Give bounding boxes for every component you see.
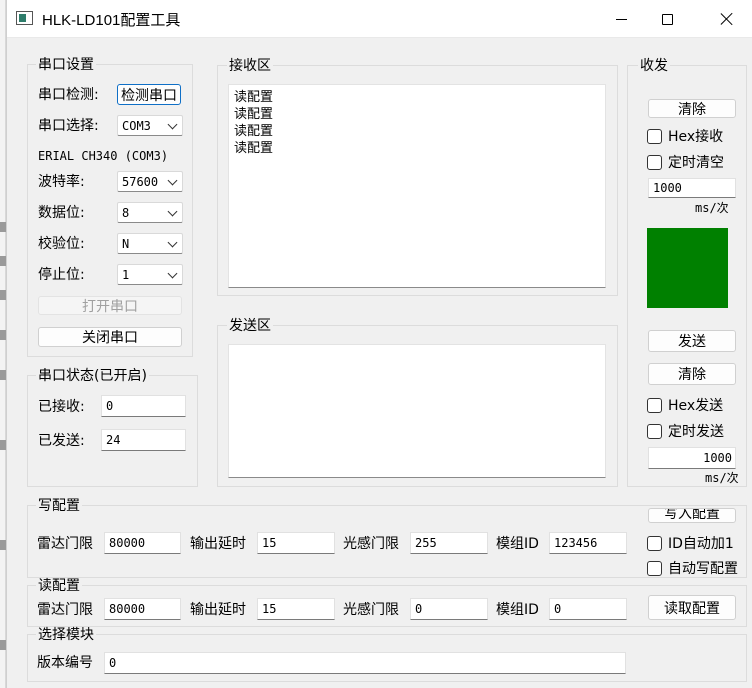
- hex-receive-checkbox[interactable]: Hex接收: [647, 126, 723, 146]
- baud-label: 波特率:: [38, 174, 85, 190]
- read-module-id-field[interactable]: 0: [549, 598, 627, 620]
- checkbox-box: [647, 397, 662, 413]
- read-radar-threshold-label: 雷达门限: [37, 602, 93, 618]
- write-light-threshold-label: 光感门限: [343, 536, 399, 552]
- select-module-title: 选择模块: [36, 627, 96, 643]
- app-window: HLK-LD101配置工具 串口设置 串口检测: 检测串口 串口选择: COM3…: [6, 0, 752, 688]
- chevron-down-icon: [167, 206, 178, 217]
- close-port-button[interactable]: 关闭串口: [38, 327, 182, 347]
- open-port-button[interactable]: 打开串口: [38, 296, 182, 315]
- chevron-down-icon: [167, 268, 178, 279]
- write-config-button[interactable]: 写入配置: [648, 508, 736, 523]
- read-output-delay-label: 输出延时: [190, 602, 246, 618]
- auto-id-increment-label: ID自动加1: [668, 536, 734, 552]
- close-icon: [720, 12, 734, 26]
- timed-send-checkbox[interactable]: 定时发送: [647, 421, 724, 441]
- receive-line: 读配置: [234, 124, 274, 139]
- parity-value: N: [122, 237, 130, 251]
- received-count-field[interactable]: 0: [101, 395, 186, 417]
- receive-area-title: 接收区: [227, 58, 273, 74]
- serial-settings-title: 串口设置: [36, 57, 96, 73]
- port-description: ERIAL CH340 (COM3): [38, 149, 169, 163]
- read-module-id-label: 模组ID: [496, 602, 539, 618]
- port-select-value: COM3: [122, 119, 151, 133]
- write-config-title: 写配置: [36, 498, 82, 514]
- receive-line: 读配置: [234, 141, 274, 156]
- close-window-button[interactable]: [704, 0, 750, 38]
- clear-interval-field[interactable]: 1000: [648, 178, 736, 198]
- detect-port-button[interactable]: 检测串口: [117, 84, 181, 105]
- port-select-label: 串口选择:: [38, 118, 99, 134]
- port-select[interactable]: COM3: [117, 115, 183, 136]
- version-label: 版本编号: [37, 655, 93, 671]
- received-count-label: 已接收:: [38, 399, 85, 415]
- read-config-title: 读配置: [36, 578, 82, 594]
- auto-write-config-label: 自动写配置: [668, 561, 738, 577]
- receive-line: 读配置: [234, 90, 274, 105]
- minimize-button[interactable]: [598, 0, 644, 38]
- clear-interval-unit: ms/次: [695, 201, 729, 215]
- version-field[interactable]: 0: [104, 652, 626, 674]
- auto-write-config-checkbox[interactable]: 自动写配置: [647, 558, 741, 578]
- checkbox-box: [647, 535, 662, 551]
- minimize-icon: [615, 18, 627, 20]
- stopbits-value: 1: [122, 268, 130, 282]
- chevron-down-icon: [167, 175, 178, 186]
- port-detect-label: 串口检测:: [38, 87, 99, 103]
- checkbox-box: [647, 154, 662, 170]
- databits-label: 数据位:: [38, 205, 85, 221]
- receive-line: 读配置: [234, 107, 274, 122]
- send-textarea[interactable]: [228, 344, 606, 478]
- databits-value: 8: [122, 206, 130, 220]
- send-interval-field[interactable]: 1000: [648, 447, 736, 469]
- hex-send-label: Hex发送: [668, 398, 724, 414]
- receive-textarea[interactable]: 读配置 读配置 读配置 读配置: [228, 84, 606, 288]
- auto-id-increment-checkbox[interactable]: ID自动加1: [647, 533, 741, 553]
- sent-count-field[interactable]: 24: [101, 429, 186, 451]
- chevron-down-icon: [167, 237, 178, 248]
- hex-receive-label: Hex接收: [668, 129, 724, 145]
- send-button[interactable]: 发送: [648, 330, 736, 352]
- write-module-id-field[interactable]: 123456: [549, 532, 627, 554]
- stopbits-select[interactable]: 1: [117, 264, 183, 285]
- baud-value: 57600: [122, 175, 159, 189]
- write-light-threshold-field[interactable]: 255: [410, 532, 488, 554]
- parity-select[interactable]: N: [117, 233, 183, 254]
- databits-select[interactable]: 8: [117, 202, 183, 223]
- read-radar-threshold-field[interactable]: 80000: [104, 598, 181, 620]
- title-bar[interactable]: HLK-LD101配置工具: [7, 0, 752, 38]
- sent-count-label: 已发送:: [38, 433, 85, 449]
- read-light-threshold-label: 光感门限: [343, 602, 399, 618]
- stopbits-label: 停止位:: [38, 267, 85, 283]
- timed-send-label: 定时发送: [668, 424, 724, 440]
- transceive-title: 收发: [638, 58, 670, 74]
- read-output-delay-field[interactable]: 15: [257, 598, 335, 620]
- status-indicator: [647, 228, 728, 308]
- write-module-id-label: 模组ID: [496, 536, 539, 552]
- timed-clear-checkbox[interactable]: 定时清空: [647, 152, 724, 172]
- checkbox-box: [647, 128, 662, 144]
- write-radar-threshold-label: 雷达门限: [37, 536, 93, 552]
- checkbox-box: [647, 560, 662, 576]
- read-config-button[interactable]: 读取配置: [648, 595, 736, 620]
- hex-send-checkbox[interactable]: Hex发送: [647, 395, 723, 415]
- maximize-icon: [661, 13, 673, 25]
- checkbox-box: [647, 423, 662, 439]
- clear-send-button[interactable]: 清除: [648, 363, 736, 385]
- maximize-button[interactable]: [644, 0, 690, 38]
- write-output-delay-field[interactable]: 15: [257, 532, 335, 554]
- serial-status-title: 串口状态(已开启): [36, 368, 149, 384]
- parity-label: 校验位:: [38, 236, 85, 252]
- send-interval-unit: ms/次: [705, 471, 739, 485]
- read-light-threshold-field[interactable]: 0: [410, 598, 488, 620]
- clear-receive-button[interactable]: 清除: [648, 99, 736, 118]
- window-title: HLK-LD101配置工具: [42, 12, 181, 29]
- chevron-down-icon: [167, 119, 178, 130]
- app-window-icon: [16, 11, 33, 25]
- baud-select[interactable]: 57600: [117, 171, 183, 192]
- write-output-delay-label: 输出延时: [190, 536, 246, 552]
- write-radar-threshold-field[interactable]: 80000: [104, 532, 181, 554]
- timed-clear-label: 定时清空: [668, 155, 724, 171]
- send-area-title: 发送区: [227, 318, 273, 334]
